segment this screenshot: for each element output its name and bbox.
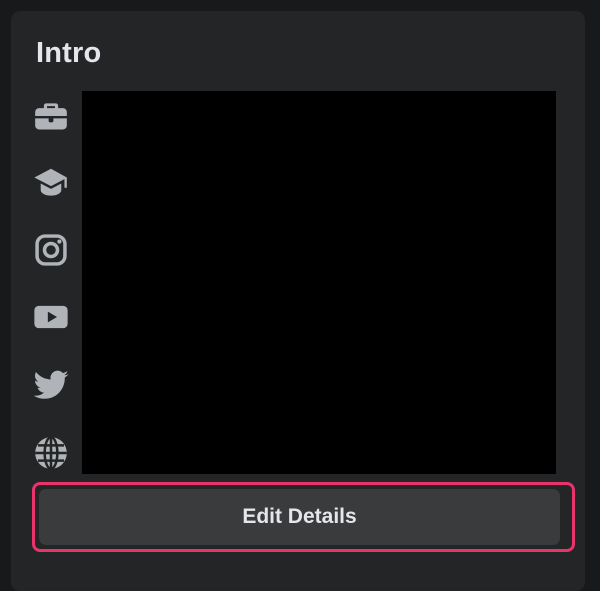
intro-title: Intro	[36, 37, 102, 69]
globe-icon	[32, 434, 70, 472]
edit-details-button[interactable]: Edit Details	[39, 489, 560, 545]
instagram-icon	[32, 231, 70, 269]
graduation-cap-icon	[32, 164, 70, 202]
twitter-icon	[32, 366, 70, 404]
youtube-icon	[32, 298, 70, 336]
briefcase-icon	[32, 97, 70, 135]
redacted-content	[82, 91, 556, 474]
